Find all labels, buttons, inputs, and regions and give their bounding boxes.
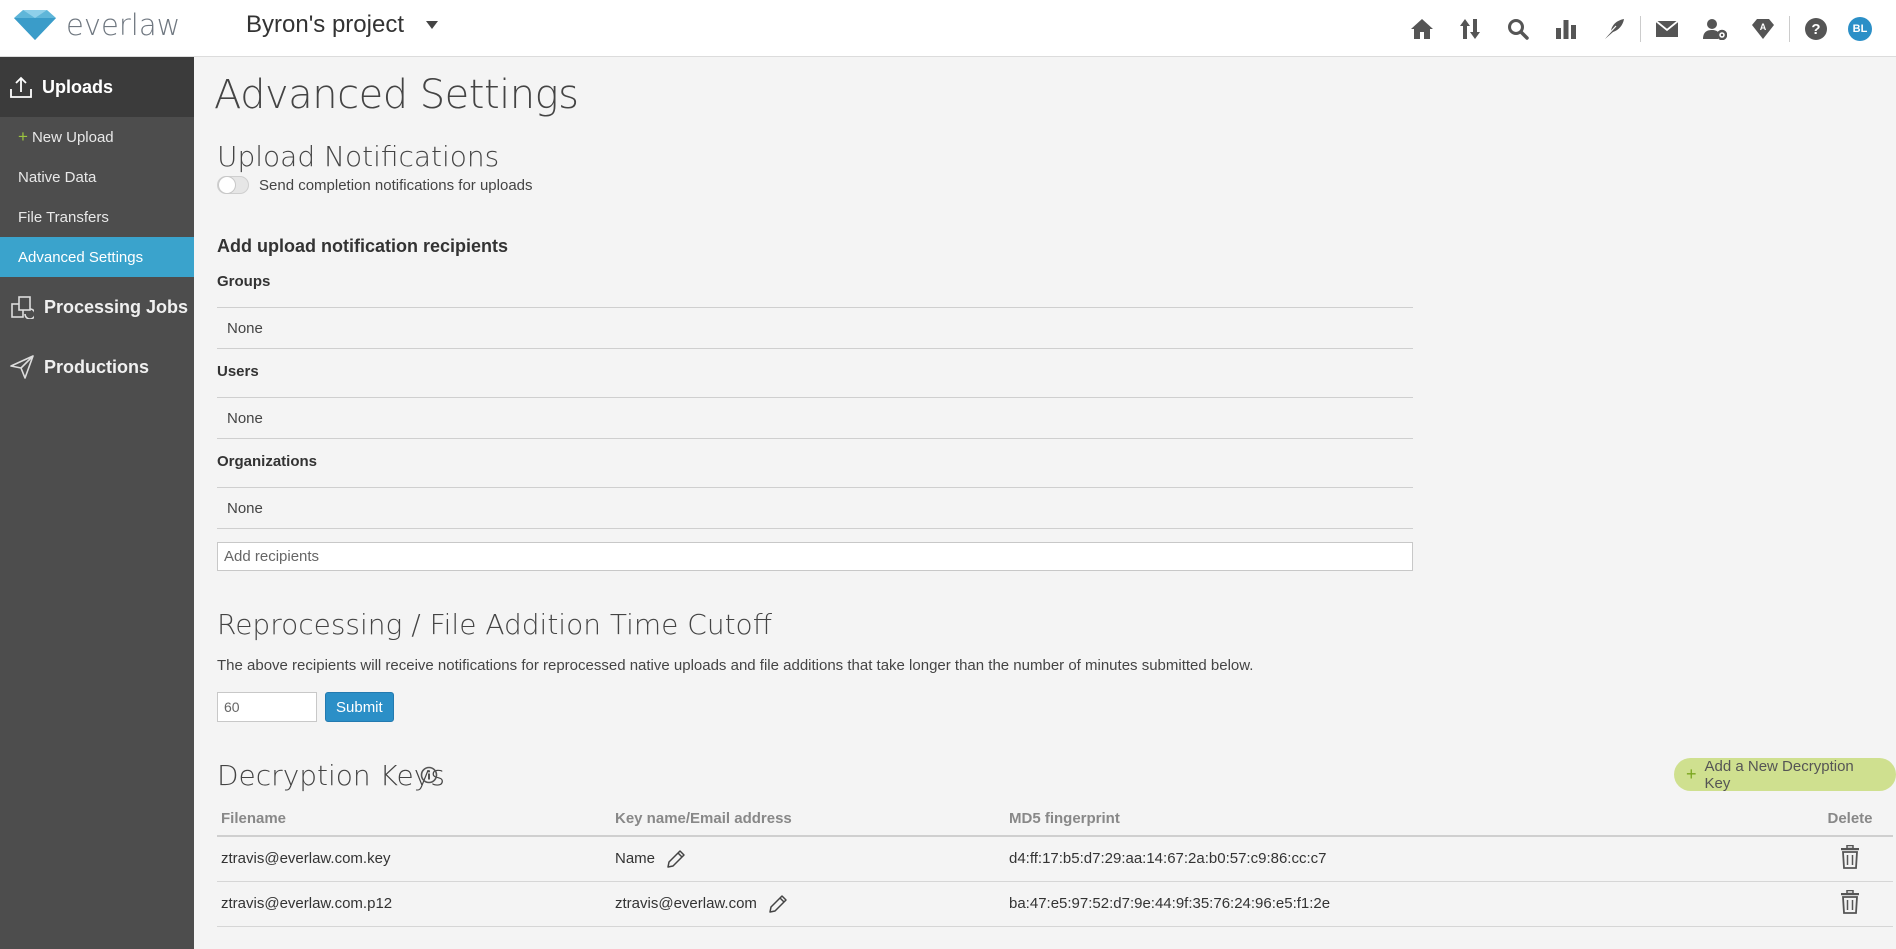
filename-cell: ztravis@everlaw.com.key bbox=[217, 836, 611, 882]
sidebar-item-label: Processing Jobs bbox=[44, 296, 189, 317]
keyname-value: Name bbox=[615, 850, 656, 868]
sidebar-item-new-upload[interactable]: + New Upload bbox=[0, 117, 194, 157]
filename-cell: ztravis@everlaw.com.p12 bbox=[217, 881, 611, 927]
sidebar-item-label: Uploads bbox=[42, 76, 114, 97]
sidebar-item-advanced-settings[interactable]: Advanced Settings bbox=[0, 237, 194, 277]
upload-download-icon[interactable] bbox=[1446, 5, 1494, 53]
delete-cell bbox=[1803, 881, 1893, 927]
groups-value: None bbox=[227, 319, 263, 337]
add-decryption-key-button[interactable]: + Add a New Decryption Key bbox=[1674, 757, 1896, 792]
sidebar-item-uploads[interactable]: Uploads bbox=[0, 57, 194, 117]
table-row: ztravis@everlaw.com.key Name d4:ff:17:b5… bbox=[217, 836, 1893, 882]
keyname-value: ztravis@everlaw.com bbox=[615, 895, 757, 912]
table-header-row: Filename Key name/Email address MD5 fing… bbox=[217, 802, 1893, 837]
processing-jobs-icon bbox=[11, 296, 34, 319]
cutoff-heading: Reprocessing / File Addition Time Cutoff bbox=[217, 608, 772, 641]
sidebar-item-processing-jobs[interactable]: Processing Jobs bbox=[0, 277, 194, 337]
sidebar-item-label: Productions bbox=[44, 356, 150, 377]
column-header-md5[interactable]: MD5 fingerprint bbox=[1005, 802, 1803, 837]
info-icon[interactable] bbox=[420, 766, 438, 784]
home-icon[interactable] bbox=[1398, 5, 1446, 53]
md5-cell: ba:47:e5:97:52:d7:9e:44:9f:35:76:24:96:e… bbox=[1005, 881, 1803, 927]
paper-plane-icon bbox=[10, 355, 34, 379]
groups-list: None bbox=[217, 307, 1413, 349]
plus-icon: + bbox=[18, 127, 28, 146]
analytics-icon[interactable] bbox=[1542, 5, 1590, 53]
cutoff-minutes-input[interactable] bbox=[217, 692, 317, 722]
upload-notifications-heading: Upload Notifications bbox=[217, 140, 500, 173]
avatar[interactable]: BL bbox=[1848, 16, 1872, 41]
diamond-logo-icon bbox=[14, 10, 56, 40]
toggle-knob bbox=[218, 176, 236, 194]
keyname-cell: ztravis@everlaw.com bbox=[611, 881, 1005, 927]
sidebar-item-productions[interactable]: Productions bbox=[0, 337, 194, 397]
users-list: None bbox=[217, 397, 1413, 439]
storybuilder-icon[interactable] bbox=[1590, 5, 1638, 53]
upload-icon bbox=[10, 76, 32, 98]
keyname-wrap: Name bbox=[615, 848, 687, 870]
chevron-down-icon[interactable] bbox=[426, 21, 438, 29]
nav-divider bbox=[1789, 15, 1790, 42]
trash-icon[interactable] bbox=[1839, 889, 1861, 914]
sidebar-item-file-transfers[interactable]: File Transfers bbox=[0, 197, 194, 237]
decryption-keys-heading: Decryption Keys bbox=[217, 759, 445, 792]
project-selector[interactable]: Byron's project bbox=[246, 11, 404, 39]
messages-icon[interactable] bbox=[1643, 5, 1691, 53]
search-icon[interactable] bbox=[1494, 5, 1542, 53]
groups-label: Groups bbox=[217, 273, 271, 290]
organizations-label: Organizations bbox=[217, 453, 318, 470]
keyname-wrap: ztravis@everlaw.com bbox=[615, 893, 789, 915]
pencil-edit-icon[interactable] bbox=[767, 893, 789, 915]
nav-divider bbox=[1640, 15, 1641, 42]
cutoff-description: The above recipients will receive notifi… bbox=[217, 657, 1254, 674]
sidebar-item-label: New Upload bbox=[31, 128, 114, 146]
svg-text:?: ? bbox=[1811, 21, 1820, 38]
add-key-label: Add a New Decryption Key bbox=[1704, 757, 1854, 792]
top-nav: A ? BL bbox=[1398, 0, 1896, 57]
everlaw-logo[interactable]: everlaw bbox=[14, 8, 180, 42]
svg-text:A: A bbox=[1760, 22, 1767, 32]
column-header-delete: Delete bbox=[1803, 802, 1893, 837]
notifications-toggle-row: Send completion notifications for upload… bbox=[217, 176, 533, 194]
sidebar-item-label: File Transfers bbox=[18, 208, 109, 226]
logo-text: everlaw bbox=[66, 8, 181, 42]
notifications-toggle[interactable] bbox=[217, 176, 249, 194]
recipients-heading: Add upload notification recipients bbox=[217, 236, 509, 256]
md5-cell: d4:ff:17:b5:d7:29:aa:14:67:2a:b0:57:c9:8… bbox=[1005, 836, 1803, 882]
table-row: ztravis@everlaw.com.p12 ztravis@everlaw.… bbox=[217, 881, 1893, 927]
decryption-keys-table: Filename Key name/Email address MD5 fing… bbox=[217, 802, 1893, 927]
pencil-edit-icon[interactable] bbox=[665, 848, 687, 870]
page-title: Advanced Settings bbox=[214, 72, 579, 118]
users-label: Users bbox=[217, 363, 259, 380]
delete-cell bbox=[1803, 836, 1893, 882]
trash-icon[interactable] bbox=[1839, 844, 1861, 869]
organizations-list: None bbox=[217, 487, 1413, 529]
users-value: None bbox=[227, 409, 263, 427]
sidebar-item-label: Native Data bbox=[18, 168, 97, 186]
add-recipients-input[interactable] bbox=[217, 542, 1413, 571]
submit-button[interactable]: Submit bbox=[325, 692, 394, 722]
sidebar-item-native-data[interactable]: Native Data bbox=[0, 157, 194, 197]
column-header-filename[interactable]: Filename bbox=[217, 802, 611, 837]
sidebar: Uploads + New Upload Native Data File Tr… bbox=[0, 57, 194, 949]
keyname-cell: Name bbox=[611, 836, 1005, 882]
column-header-keyname[interactable]: Key name/Email address bbox=[611, 802, 1005, 837]
toggle-label: Send completion notifications for upload… bbox=[259, 176, 533, 194]
organizations-value: None bbox=[227, 499, 263, 517]
legal-hold-icon[interactable]: A bbox=[1739, 5, 1787, 53]
project-admin-icon[interactable] bbox=[1691, 5, 1739, 53]
top-bar: everlaw Byron's project A ? BL bbox=[0, 0, 1896, 57]
help-icon[interactable]: ? bbox=[1792, 5, 1840, 53]
plus-icon: + bbox=[1686, 764, 1697, 784]
sidebar-item-label: Advanced Settings bbox=[18, 248, 144, 266]
